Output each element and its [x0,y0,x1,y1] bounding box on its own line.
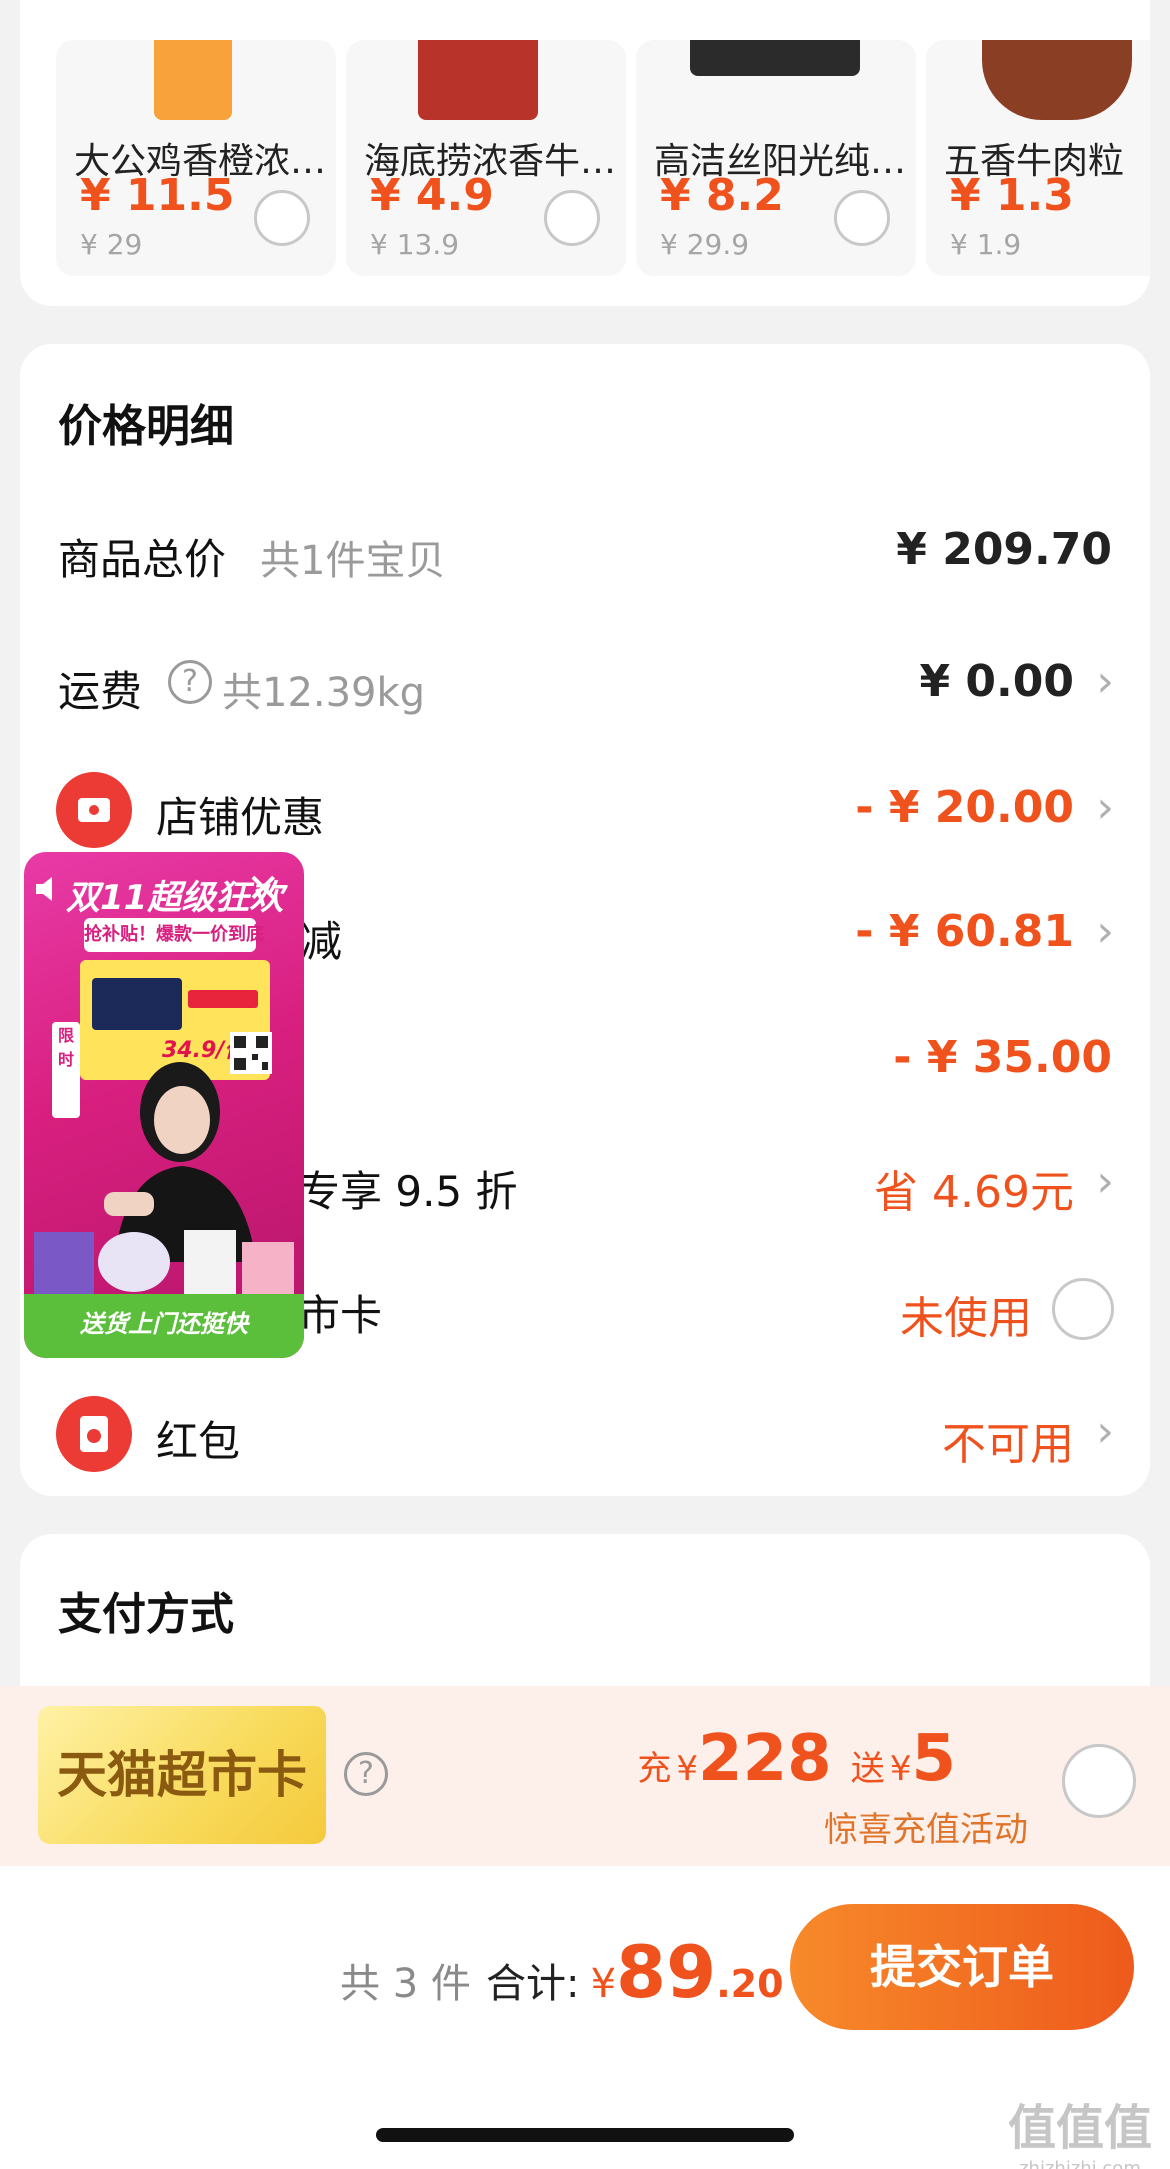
total-amount-decimal: .20 [716,1962,784,2006]
total-label: 合计: [485,1961,580,2007]
discount-value: - ¥ 35.00 [893,1032,1112,1083]
limited-time-tag: 限时 [52,1022,80,1118]
close-icon[interactable]: ✕ [246,866,280,912]
product-card[interactable]: 海底捞浓香牛… ¥ 4.9 ¥ 13.9 [346,40,626,276]
help-icon[interactable]: ? [344,1752,388,1796]
recommended-products-strip: 大公鸡香橙浓… ¥ 11.5 ¥ 29 海底捞浓香牛… ¥ 4.9 ¥ 13.9… [20,0,1150,306]
live-footer-caption: 送货上门还挺快 [24,1294,304,1358]
watermark-logo: 值值值 [1007,2100,1152,2156]
product-thumbnail [92,978,182,1030]
red-packet-status: 不可用 [942,1419,1074,1470]
price-tag [188,990,258,1008]
chevron-right-icon[interactable]: › [1096,1156,1114,1207]
bonus-prefix: 送 [850,1749,885,1789]
coupon-icon [56,772,132,848]
live-banner: 抢补贴！爆款一价到底 [84,918,264,952]
goods-total-label: 商品总价 [58,535,227,584]
product-image [982,40,1132,120]
product-card[interactable]: 高洁丝阳光纯… ¥ 8.2 ¥ 29.9 [636,40,916,276]
bonus-amount: 5 [911,1722,956,1796]
help-icon[interactable]: ? [168,660,212,704]
watermark-url: zhizhizhi.com [1019,2158,1141,2169]
chevron-right-icon[interactable]: › [1096,906,1114,957]
product-select-radio[interactable] [254,190,310,246]
home-indicator[interactable] [376,2128,794,2142]
product-original-price: ¥ 13.9 [370,228,460,261]
currency-symbol: ¥ [676,1749,699,1789]
live-products-display [34,1222,294,1294]
tmall-card-radio[interactable] [1062,1744,1136,1818]
product-original-price: ¥ 29.9 [660,228,750,261]
total-currency: ¥ [590,1961,617,2007]
product-price: ¥ 8.2 [660,170,784,221]
shipping-weight: 共12.39kg [222,670,426,716]
shipping-label: 运费 [58,667,143,716]
product-select-radio[interactable] [544,190,600,246]
currency-symbol: ¥ [889,1749,912,1789]
supermarket-card-radio[interactable] [1052,1278,1114,1340]
shipping-value: ¥ 0.00 [919,656,1075,707]
watermark: 值值值 zhizhizhi.com [1008,2088,1152,2169]
red-packet-label: 红包 [156,1417,241,1466]
goods-total-count: 共1件宝贝 [260,538,446,584]
recharge-offer: 充 ¥228 送 ¥5 [637,1722,956,1796]
chevron-right-icon[interactable]: › [1096,656,1114,707]
product-select-radio[interactable] [834,190,890,246]
store-discount-label: 店铺优惠 [156,793,325,842]
member-discount-value: 省 4.69元 [874,1167,1074,1218]
store-discount-value: - ¥ 20.00 [855,782,1074,833]
total-amount: 89 [616,1930,717,2014]
item-count: 共 3 件 [340,1961,471,2007]
product-price: ¥ 11.5 [80,170,235,221]
product-image [154,40,232,120]
order-total: 共 3 件 合计: ¥89.20 [340,1930,784,2014]
red-packet-icon [56,1396,132,1472]
chevron-right-icon[interactable]: › [1096,782,1114,833]
chevron-right-icon[interactable]: › [1096,1406,1114,1457]
price-detail-title: 价格明细 [58,401,234,452]
recharge-activity: 惊喜充值活动 [824,1810,1028,1850]
product-original-price: ¥ 29 [80,228,143,261]
product-image [418,40,538,120]
supermarket-card-status: 未使用 [900,1293,1032,1344]
product-image [690,40,860,76]
product-original-price: ¥ 1.9 [950,228,1022,261]
product-price: ¥ 4.9 [370,170,494,221]
product-card[interactable]: 五香牛肉粒 ¥ 1.3 ¥ 1.9 [926,40,1150,276]
payment-method-title: 支付方式 [58,1589,234,1640]
speaker-icon[interactable] [34,874,60,904]
product-card[interactable]: 大公鸡香橙浓… ¥ 11.5 ¥ 29 [56,40,336,276]
live-video-window[interactable]: 双11超级狂欢 ✕ 抢补贴！爆款一价到底 34.9/件 限时 送货上门还挺快 [24,852,304,1358]
submit-order-button[interactable]: 提交订单 [790,1904,1134,2030]
cross-store-reduce-value: - ¥ 60.81 [855,906,1074,957]
tmall-supermarket-card: 天猫超市卡 [38,1706,326,1844]
supermarket-card-label: 市卡 [298,1291,383,1340]
cross-store-reduce-label: 减 [300,917,343,966]
recharge-amount: 228 [698,1722,832,1796]
member-discount-label: 专享 9.5 折 [298,1167,518,1216]
product-price: ¥ 1.3 [950,170,1074,221]
goods-total-value: ¥ 209.70 [896,524,1112,575]
recharge-prefix: 充 [637,1749,672,1789]
